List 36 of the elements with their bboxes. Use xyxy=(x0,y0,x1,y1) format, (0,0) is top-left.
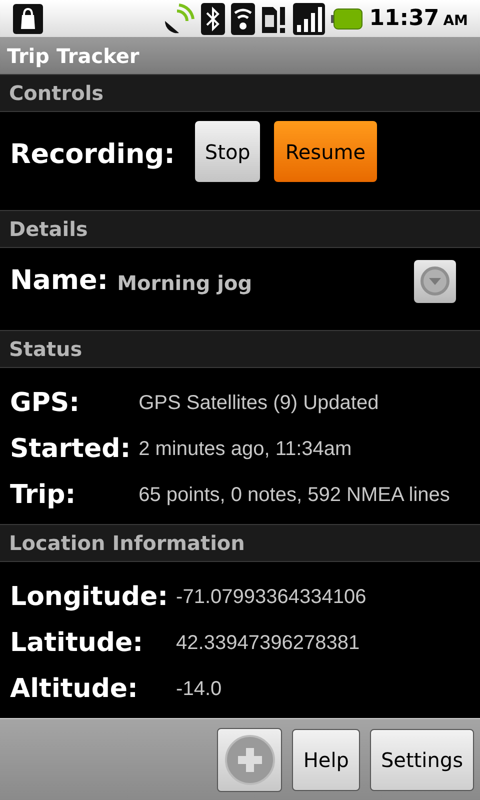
field-value: 65 points, 0 notes, 592 NMEA lines xyxy=(138,483,451,508)
menu-button[interactable]: Settings xyxy=(370,728,474,791)
field-label: GPS: xyxy=(10,386,81,420)
add-button[interactable] xyxy=(217,728,282,792)
field-label: Altitude: xyxy=(10,672,139,706)
field-value: 2 minutes ago, 11:34am xyxy=(138,437,353,462)
dropdown-icon xyxy=(420,266,450,296)
field-label: Trip: xyxy=(10,478,77,512)
wifi-icon xyxy=(231,2,256,35)
section-header: Controls xyxy=(0,74,480,112)
field-value: -14.0 xyxy=(176,677,223,702)
clock-time: 11:37 xyxy=(369,5,440,34)
signal-icon xyxy=(293,2,326,35)
field-label: Name: xyxy=(10,264,108,298)
bluetooth-icon xyxy=(201,2,226,35)
field-label: Recording: xyxy=(10,138,175,172)
plus-icon xyxy=(224,734,276,786)
title-bar: Trip Tracker xyxy=(0,37,480,74)
section-header: Details xyxy=(0,210,480,248)
clock-ampm: AM xyxy=(443,12,468,32)
menu-button[interactable]: Help xyxy=(292,728,360,791)
field-label: Longitude: xyxy=(10,580,168,614)
gps-icon xyxy=(163,2,196,35)
field-value: 42.33947396278381 xyxy=(176,631,361,656)
section-header: Location Information xyxy=(0,524,480,562)
action-button[interactable]: Resume xyxy=(274,121,377,182)
battery-icon xyxy=(331,8,364,30)
name-value: Morning jog xyxy=(117,270,252,298)
section-header: Status xyxy=(0,330,480,368)
field-value: -71.07993364334106 xyxy=(176,585,368,610)
dropdown-button[interactable] xyxy=(414,260,456,303)
field-value: GPS Satellites (9) Updated xyxy=(138,391,380,416)
action-button[interactable]: Stop xyxy=(194,121,260,182)
field-label: Started: xyxy=(10,432,131,466)
field-label: Latitude: xyxy=(10,626,144,660)
shopping-bag-icon xyxy=(12,2,44,35)
